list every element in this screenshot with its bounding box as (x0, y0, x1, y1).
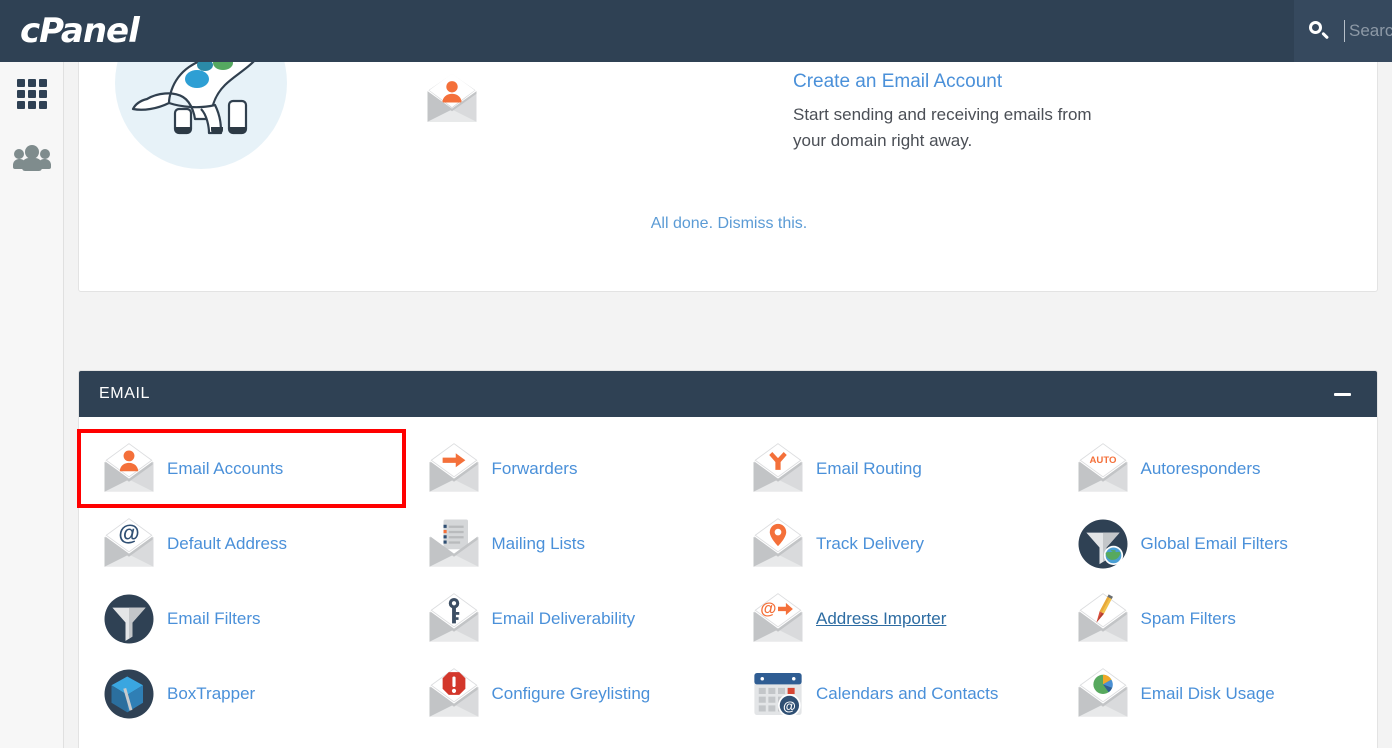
grid-icon[interactable] (17, 79, 47, 109)
tile-label: Calendars and Contacts (816, 683, 999, 703)
section-email-body: Email Accounts Forwarders Email Routing AUT… (77, 417, 1378, 748)
section-email: EMAIL Email Accounts Forwarders Email Rout… (77, 370, 1378, 748)
cpanel-logo[interactable]: cPanel (20, 11, 140, 51)
svg-text:@: @ (118, 520, 139, 545)
top-navigation-bar: cPanel Search (0, 0, 1392, 62)
tile-label: Mailing Lists (491, 533, 586, 553)
promo-envelope-person-icon (424, 71, 480, 127)
tile-forwarders[interactable]: Forwarders (404, 431, 729, 506)
tile-label: Email Disk Usage (1140, 683, 1275, 703)
boxtrapper-icon (101, 666, 157, 722)
svg-text:@: @ (760, 598, 776, 617)
dismiss-row: All done. Dismiss this. (79, 215, 1379, 233)
create-email-account-link[interactable]: Create an Email Account (793, 71, 1123, 93)
search-caret (1344, 20, 1345, 42)
sidebar-item-tools[interactable] (0, 62, 64, 126)
funnel-globe-icon (1075, 516, 1131, 572)
tile-mailing-lists[interactable]: Mailing Lists (404, 506, 729, 581)
envelope-alert-icon (426, 666, 482, 722)
calendar-at-icon: @ (750, 666, 806, 722)
tile-label: Spam Filters (1140, 608, 1236, 628)
tile-label: Email Deliverability (491, 608, 636, 628)
tile-label: Forwarders (491, 458, 578, 478)
dismiss-link[interactable]: All done. Dismiss this. (651, 215, 808, 232)
tile-calendars-and-contacts[interactable]: @ Calendars and Contacts (728, 656, 1053, 731)
tile-label: BoxTrapper (167, 683, 256, 703)
tile-address-importer[interactable]: @ Address Importer (728, 581, 1053, 656)
search-wrap[interactable]: Search (1294, 0, 1392, 62)
get-started-card: Create an Email Account Start sending an… (78, 62, 1378, 292)
envelope-person-icon (101, 441, 157, 497)
envelope-at-arrow-icon: @ (750, 591, 806, 647)
envelope-at-icon: @ (101, 516, 157, 572)
section-email-title: EMAIL (99, 385, 151, 402)
svg-text:AUTO: AUTO (1089, 454, 1117, 465)
funnel-icon (101, 591, 157, 647)
dinosaur-illustration (115, 62, 375, 213)
left-sidebar (0, 62, 64, 748)
tile-label: Global Email Filters (1140, 533, 1288, 553)
tile-label: Configure Greylisting (491, 683, 651, 703)
envelope-arrow-icon (426, 441, 482, 497)
promo-row: Create an Email Account Start sending an… (79, 62, 1379, 213)
tile-track-delivery[interactable]: Track Delivery (728, 506, 1053, 581)
envelope-pen-icon (1075, 591, 1131, 647)
search-input[interactable]: Search (1349, 21, 1392, 41)
tile-label: Track Delivery (816, 533, 924, 553)
search-icon[interactable] (1308, 20, 1330, 42)
tile-label: Default Address (167, 533, 288, 553)
users-icon[interactable] (13, 145, 51, 171)
promo-text: Create an Email Account Start sending an… (793, 63, 1123, 154)
tile-spam-filters[interactable]: Spam Filters (1053, 581, 1378, 656)
envelope-fork-icon (750, 441, 806, 497)
tile-global-email-filters[interactable]: Global Email Filters (1053, 506, 1378, 581)
tile-email-routing[interactable]: Email Routing (728, 431, 1053, 506)
envelope-list-icon (426, 516, 482, 572)
tile-email-filters[interactable]: Email Filters (79, 581, 404, 656)
tile-email-deliverability[interactable]: Email Deliverability (404, 581, 729, 656)
svg-text:@: @ (783, 698, 796, 713)
tile-label: Email Filters (167, 608, 261, 628)
tile-configure-greylisting[interactable]: Configure Greylisting (404, 656, 729, 731)
tile-boxtrapper[interactable]: BoxTrapper (79, 656, 404, 731)
envelope-pie-icon (1075, 666, 1131, 722)
tile-label: Autoresponders (1140, 458, 1261, 478)
envelope-pin-icon (750, 516, 806, 572)
email-tile-grid: Email Accounts Forwarders Email Routing AUT… (77, 429, 1378, 731)
envelope-key-icon (426, 591, 482, 647)
tile-label: Address Importer (816, 608, 947, 628)
section-email-header[interactable]: EMAIL (79, 371, 1377, 417)
tile-email-accounts[interactable]: Email Accounts (77, 429, 406, 508)
promo-description: Start sending and receiving emails from … (793, 105, 1092, 150)
sidebar-item-user-manager[interactable] (0, 126, 64, 190)
search-container[interactable]: Search (1294, 0, 1392, 62)
tile-label: Email Accounts (167, 458, 284, 478)
envelope-auto-icon: AUTO (1075, 441, 1131, 497)
minus-icon[interactable] (1329, 381, 1355, 407)
tile-autoresponders[interactable]: AUTO Autoresponders (1053, 431, 1378, 506)
tile-default-address[interactable]: @ Default Address (79, 506, 404, 581)
tile-email-disk-usage[interactable]: Email Disk Usage (1053, 656, 1378, 731)
dinosaur-svg (131, 62, 255, 135)
tile-label: Email Routing (816, 458, 922, 478)
main-content: Create an Email Account Start sending an… (64, 62, 1392, 748)
